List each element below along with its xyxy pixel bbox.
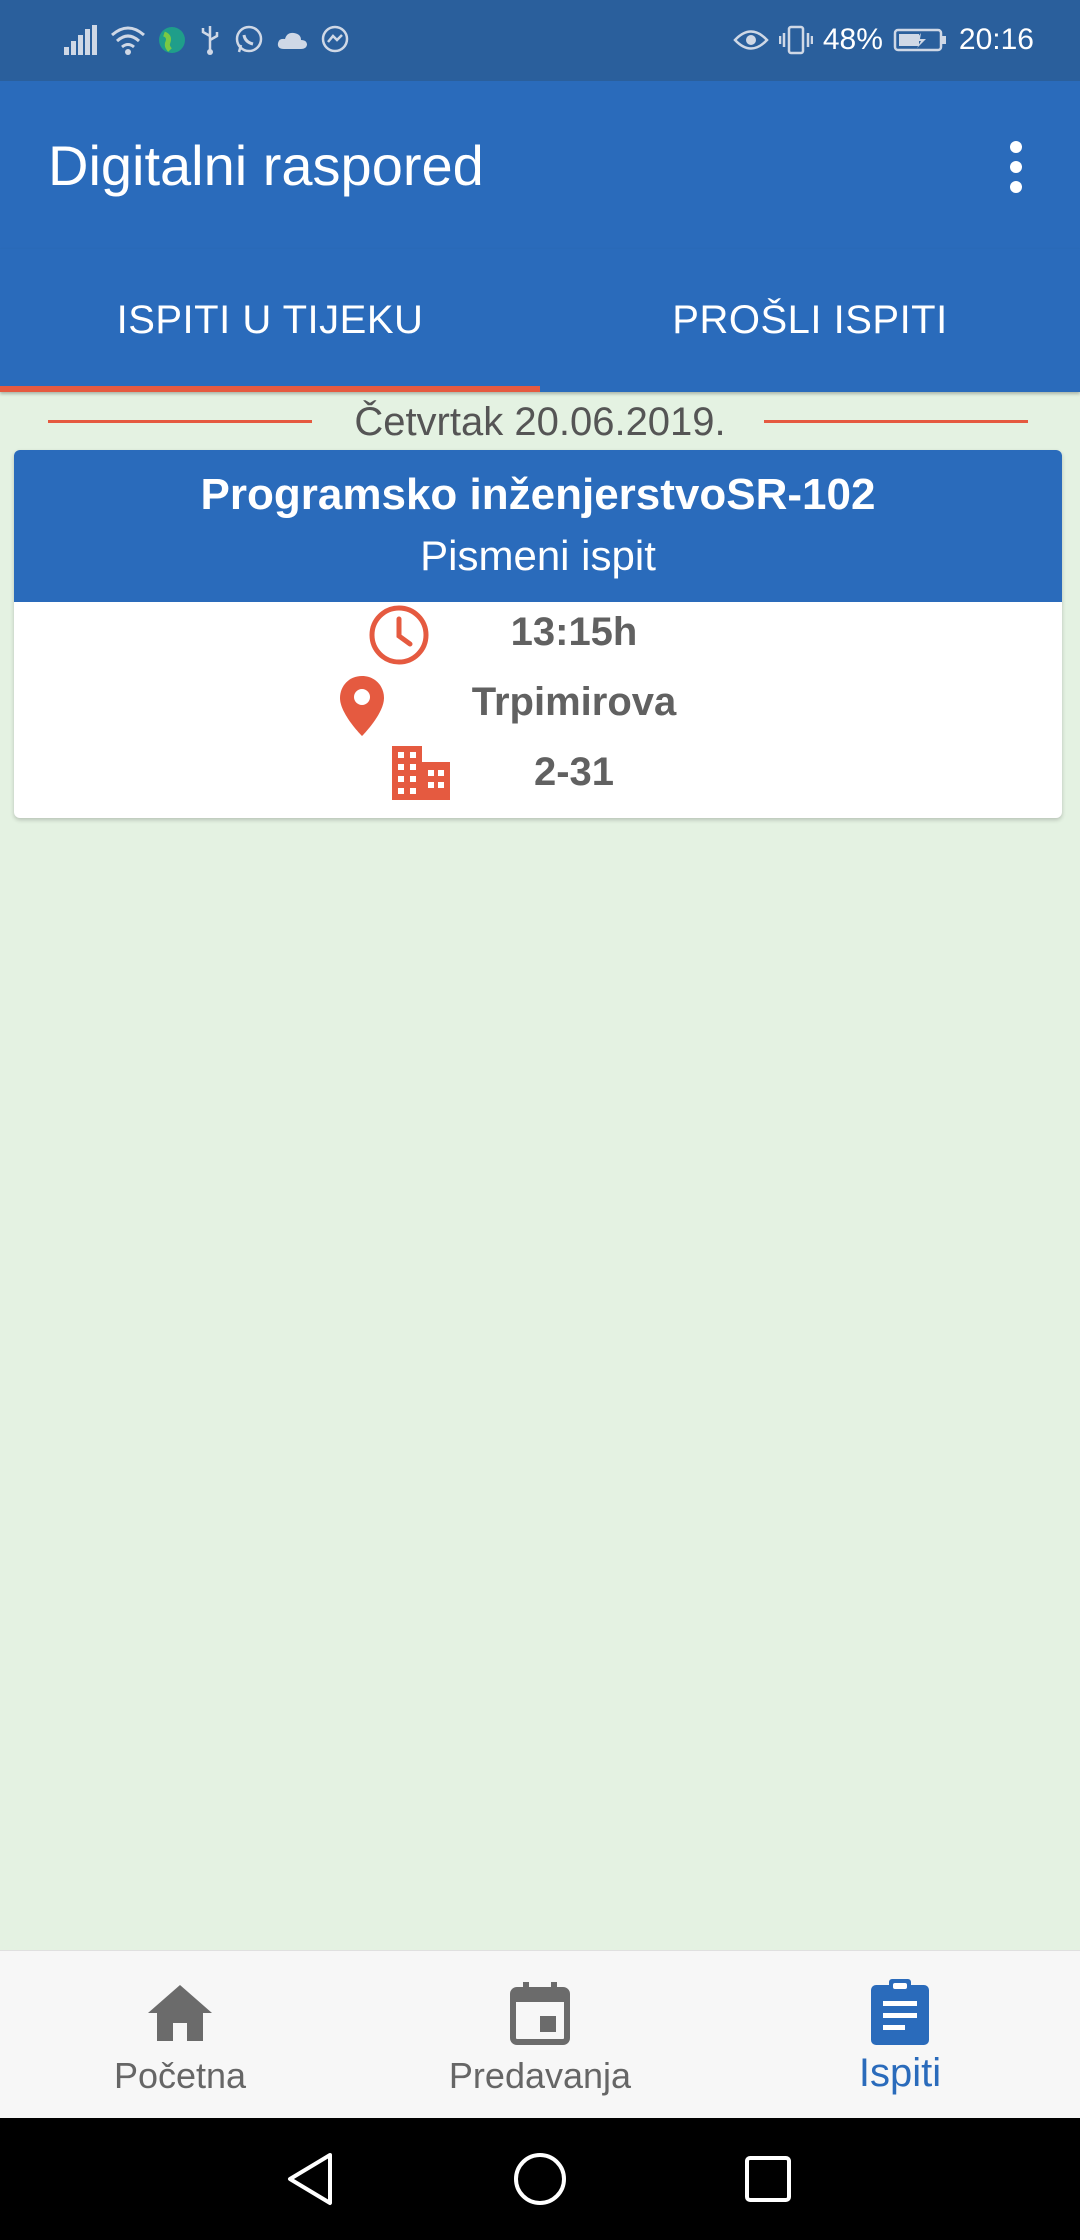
tab-ongoing-exams[interactable]: ISPITI U TIJEKU bbox=[0, 249, 540, 392]
status-right-icons: 48% 20:16 bbox=[733, 18, 1034, 62]
vibrate-icon bbox=[778, 25, 813, 55]
usb-icon bbox=[198, 24, 222, 56]
clipboard-icon bbox=[720, 1977, 1080, 2049]
system-navigation-bar bbox=[0, 2118, 1080, 2240]
exam-room-row: 2-31 bbox=[14, 742, 1062, 812]
exam-time: 13:15h bbox=[510, 610, 638, 654]
clock-time: 20:16 bbox=[958, 23, 1034, 56]
exam-location: Trpimirova bbox=[471, 680, 677, 724]
course-name: Programsko inženjerstvoSR-102 bbox=[200, 470, 876, 519]
cloud-icon bbox=[276, 29, 308, 51]
home-circle-icon[interactable] bbox=[510, 2149, 570, 2209]
date-divider-right bbox=[764, 420, 1028, 423]
overflow-menu-button[interactable] bbox=[992, 137, 1040, 197]
nav-label-exams: Ispiti bbox=[858, 2051, 942, 2095]
nav-item-lectures[interactable]: Predavanja bbox=[360, 1951, 720, 2119]
app-bar: Digitalni raspored bbox=[0, 81, 1080, 249]
messenger-icon bbox=[320, 25, 350, 55]
back-icon[interactable] bbox=[280, 2149, 340, 2209]
date-header: Četvrtak 20.06.2019. bbox=[0, 400, 1080, 448]
nav-label-lectures: Predavanja bbox=[448, 2055, 632, 2096]
signal-icon bbox=[64, 25, 98, 55]
app-title: Digitalni raspored bbox=[48, 134, 484, 197]
calendar-icon bbox=[360, 1977, 720, 2049]
bottom-navigation: Početna Predavanja Ispiti bbox=[0, 1950, 1080, 2118]
battery-icon bbox=[893, 27, 949, 53]
globe-icon bbox=[158, 26, 186, 54]
nav-item-exams[interactable]: Ispiti bbox=[720, 1951, 1080, 2119]
tab-indicator bbox=[0, 386, 540, 392]
status-left-icons bbox=[64, 18, 350, 62]
status-bar: 48% 20:16 bbox=[0, 0, 1080, 81]
exam-room: 2-31 bbox=[533, 750, 615, 794]
wifi-icon bbox=[110, 25, 146, 55]
nav-item-home[interactable]: Početna bbox=[0, 1951, 360, 2119]
exam-card[interactable]: Programsko inženjerstvoSR-102 Pismeni is… bbox=[14, 450, 1062, 818]
tab-past-exams[interactable]: PROŠLI ISPITI bbox=[540, 249, 1080, 392]
exam-time-row: 13:15h bbox=[14, 602, 1062, 672]
home-icon bbox=[0, 1977, 360, 2049]
tab-bar: ISPITI U TIJEKU PROŠLI ISPITI bbox=[0, 249, 1080, 392]
exam-type: Pismeni ispit bbox=[420, 532, 656, 579]
nav-label-home: Početna bbox=[113, 2055, 247, 2096]
recents-square-icon[interactable] bbox=[738, 2149, 798, 2209]
more-vert-icon bbox=[1010, 141, 1022, 153]
exam-card-header: Programsko inženjerstvoSR-102 Pismeni is… bbox=[14, 450, 1062, 602]
exam-location-row: Trpimirova bbox=[14, 672, 1062, 742]
battery-percent: 48% bbox=[822, 23, 883, 56]
whatsapp-icon bbox=[234, 25, 264, 55]
eye-icon bbox=[733, 27, 769, 53]
